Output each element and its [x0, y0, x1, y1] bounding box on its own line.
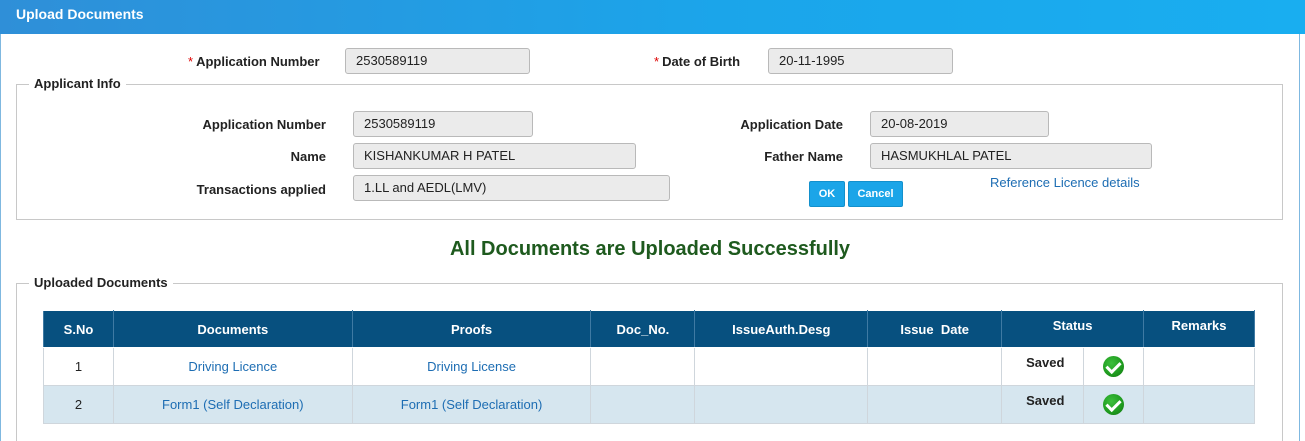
- cell-status-icon: [1083, 347, 1145, 386]
- name-field: KISHANKUMAR H PATEL: [353, 143, 636, 169]
- col-remarks: Remarks: [1143, 310, 1255, 348]
- cell-remarks: [1143, 347, 1255, 386]
- app-number-field: 2530589119: [353, 111, 533, 137]
- cell-issue-auth: [694, 385, 869, 424]
- cell-sno: 2: [43, 385, 114, 424]
- father-name-field: HASMUKHLAL PATEL: [870, 143, 1152, 169]
- cell-proof-link[interactable]: Form1 (Self Declaration): [351, 385, 592, 424]
- col-issue-date: Issue Date: [867, 310, 1003, 348]
- col-documents: Documents: [112, 310, 353, 348]
- cell-issue-date: [867, 385, 1003, 424]
- app-number-label: Application Number: [202, 117, 326, 132]
- table-row: 2 Form1 (Self Declaration) Form1 (Self D…: [43, 385, 1255, 424]
- table-row: 1 Driving Licence Driving License Saved: [43, 347, 1255, 386]
- cell-status: Saved: [1001, 385, 1085, 424]
- uploaded-documents-table: S.No Documents Proofs Doc_No. IssueAuth.…: [43, 310, 1255, 424]
- page-header: Upload Documents: [0, 0, 1305, 34]
- cell-issue-auth: [694, 347, 869, 386]
- page-title: Upload Documents: [16, 6, 144, 22]
- table-header-row: S.No Documents Proofs Doc_No. IssueAuth.…: [43, 310, 1255, 348]
- col-sno: S.No: [43, 310, 114, 348]
- cell-status-icon: [1083, 385, 1145, 424]
- col-issue-auth: IssueAuth.Desg: [694, 310, 869, 348]
- applicant-info-legend: Applicant Info: [29, 76, 126, 91]
- col-status: Status: [1001, 310, 1145, 348]
- search-app-number-label: * Application Number: [188, 54, 320, 69]
- col-proofs: Proofs: [351, 310, 592, 348]
- uploaded-documents-legend: Uploaded Documents: [29, 275, 173, 290]
- required-mark: *: [654, 54, 660, 69]
- app-date-field: 20-08-2019: [870, 111, 1049, 137]
- transactions-label: Transactions applied: [196, 182, 326, 197]
- check-circle-icon: [1103, 356, 1125, 377]
- cell-document-link[interactable]: Driving Licence: [112, 347, 353, 386]
- father-name-label: Father Name: [764, 149, 843, 164]
- cell-doc-no: [590, 347, 696, 386]
- reference-licence-link[interactable]: Reference Licence details: [990, 175, 1140, 190]
- required-mark: *: [188, 54, 194, 69]
- cell-doc-no: [590, 385, 696, 424]
- cell-document-link[interactable]: Form1 (Self Declaration): [112, 385, 353, 424]
- col-doc-no: Doc_No.: [590, 310, 696, 348]
- cell-status: Saved: [1001, 347, 1085, 386]
- cell-remarks: [1143, 385, 1255, 424]
- cell-sno: 1: [43, 347, 114, 386]
- ok-button[interactable]: OK: [809, 181, 845, 207]
- dob-input[interactable]: 20-11-1995: [768, 48, 953, 74]
- dob-label: * Date of Birth: [654, 54, 741, 69]
- success-message: All Documents are Uploaded Successfully: [449, 238, 851, 260]
- search-app-number-input[interactable]: 2530589119: [345, 48, 530, 74]
- cell-issue-date: [867, 347, 1003, 386]
- cell-proof-link[interactable]: Driving License: [351, 347, 592, 386]
- cancel-button[interactable]: Cancel: [848, 181, 903, 207]
- transactions-field: 1.LL and AEDL(LMV): [353, 175, 670, 201]
- name-label: Name: [290, 149, 326, 164]
- check-circle-icon: [1103, 394, 1125, 415]
- app-date-label: Application Date: [740, 117, 843, 132]
